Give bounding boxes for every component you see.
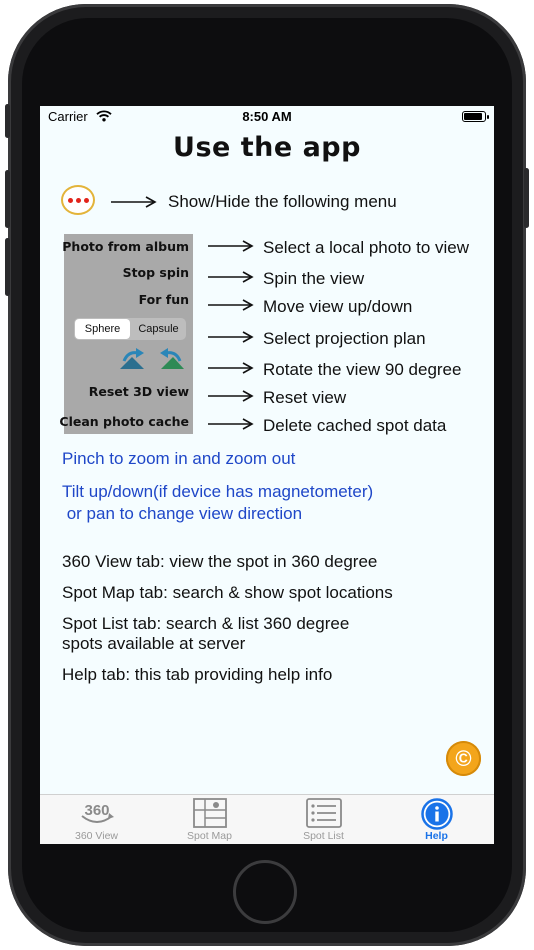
arrow-right-icon — [208, 362, 254, 374]
app-screen: Carrier 8:50 AM Use the app Show/Hide th… — [40, 106, 494, 844]
tab-help[interactable]: Help — [380, 795, 493, 844]
status-bar: Carrier 8:50 AM — [40, 106, 494, 128]
tab-label: Spot List — [303, 830, 344, 842]
page-title: Use the app — [173, 132, 361, 163]
arrow-right-icon — [208, 240, 254, 252]
list-icon — [305, 798, 342, 828]
arrow-right-icon — [208, 390, 254, 402]
battery-level — [464, 113, 482, 120]
menu-explanation: Move view up/down — [263, 297, 413, 316]
tab-spot-map[interactable]: Spot Map — [153, 795, 266, 844]
menu-toggle-description: Show/Hide the following menu — [168, 192, 397, 211]
power-button — [524, 168, 529, 228]
projection-segmented-control: Sphere Capsule — [74, 318, 186, 340]
battery-icon — [462, 111, 489, 122]
arrow-right-icon — [208, 331, 254, 343]
clean-photo-cache-item: Clean photo cache — [59, 414, 189, 429]
menu-explanation: Select projection plan — [263, 329, 426, 348]
tab-bar: 360 360 View Spot Map Spot List Help — [40, 794, 494, 844]
segment-capsule: Capsule — [138, 323, 179, 335]
for-fun-item: For fun — [138, 292, 189, 307]
info-icon — [420, 798, 453, 830]
home-button[interactable] — [233, 860, 297, 924]
reset-3d-view-item: Reset 3D view — [88, 384, 189, 399]
svg-text:360: 360 — [84, 802, 109, 819]
menu-toggle-button[interactable] — [61, 185, 95, 215]
mute-switch — [5, 104, 10, 138]
stop-spin-item: Stop spin — [122, 265, 189, 280]
tab-label: Spot Map — [187, 830, 232, 842]
menu-explanation: Delete cached spot data — [263, 416, 447, 435]
copyright-button[interactable]: © — [446, 741, 481, 776]
rotate-view-alt-icon — [160, 348, 184, 369]
tab-label: Help — [425, 830, 448, 842]
tab-spot-list[interactable]: Spot List — [267, 795, 380, 844]
segment-sphere: Sphere — [75, 319, 130, 339]
tilt-hint-line-2: or pan to change view direction — [62, 504, 303, 523]
tab-info-spot-list: Spot List tab: search & list 360 degree — [62, 614, 350, 633]
volume-up-button — [5, 170, 10, 228]
photo-from-album-item: Photo from album — [62, 239, 189, 254]
dot-icon — [83, 197, 89, 203]
map-icon — [192, 798, 227, 828]
arrow-right-icon — [111, 196, 157, 208]
arrow-right-icon — [208, 418, 254, 430]
360-icon: 360 — [80, 802, 114, 823]
menu-explanation: Spin the view — [263, 269, 365, 288]
rotate-view-icon — [120, 348, 144, 369]
dot-icon — [67, 197, 73, 203]
tab-info-360-view: 360 View tab: view the spot in 360 degre… — [62, 552, 378, 571]
tab-info-spot-list-cont: spots available at server — [62, 634, 246, 653]
dot-icon — [75, 197, 81, 203]
arrow-right-icon — [208, 299, 254, 311]
tab-360-view[interactable]: 360 360 View — [40, 795, 153, 844]
menu-explanation: Rotate the view 90 degree — [263, 360, 462, 379]
status-time: 8:50 AM — [242, 109, 292, 124]
tab-label: 360 View — [74, 830, 118, 842]
tab-info-help: Help tab: this tab providing help info — [62, 665, 333, 684]
tab-info-spot-map: Spot Map tab: search & show spot locatio… — [62, 583, 393, 602]
menu-explanation: Select a local photo to view — [263, 238, 470, 257]
volume-down-button — [5, 238, 10, 296]
arrow-right-icon — [208, 271, 254, 283]
tilt-hint-line-1: Tilt up/down(if device has magnetometer) — [62, 482, 374, 501]
menu-explanation: Reset view — [263, 388, 347, 407]
menu-panel-screenshot: Photo from album Stop spin For fun Spher… — [59, 234, 193, 434]
pinch-zoom-hint: Pinch to zoom in and zoom out — [62, 449, 296, 468]
